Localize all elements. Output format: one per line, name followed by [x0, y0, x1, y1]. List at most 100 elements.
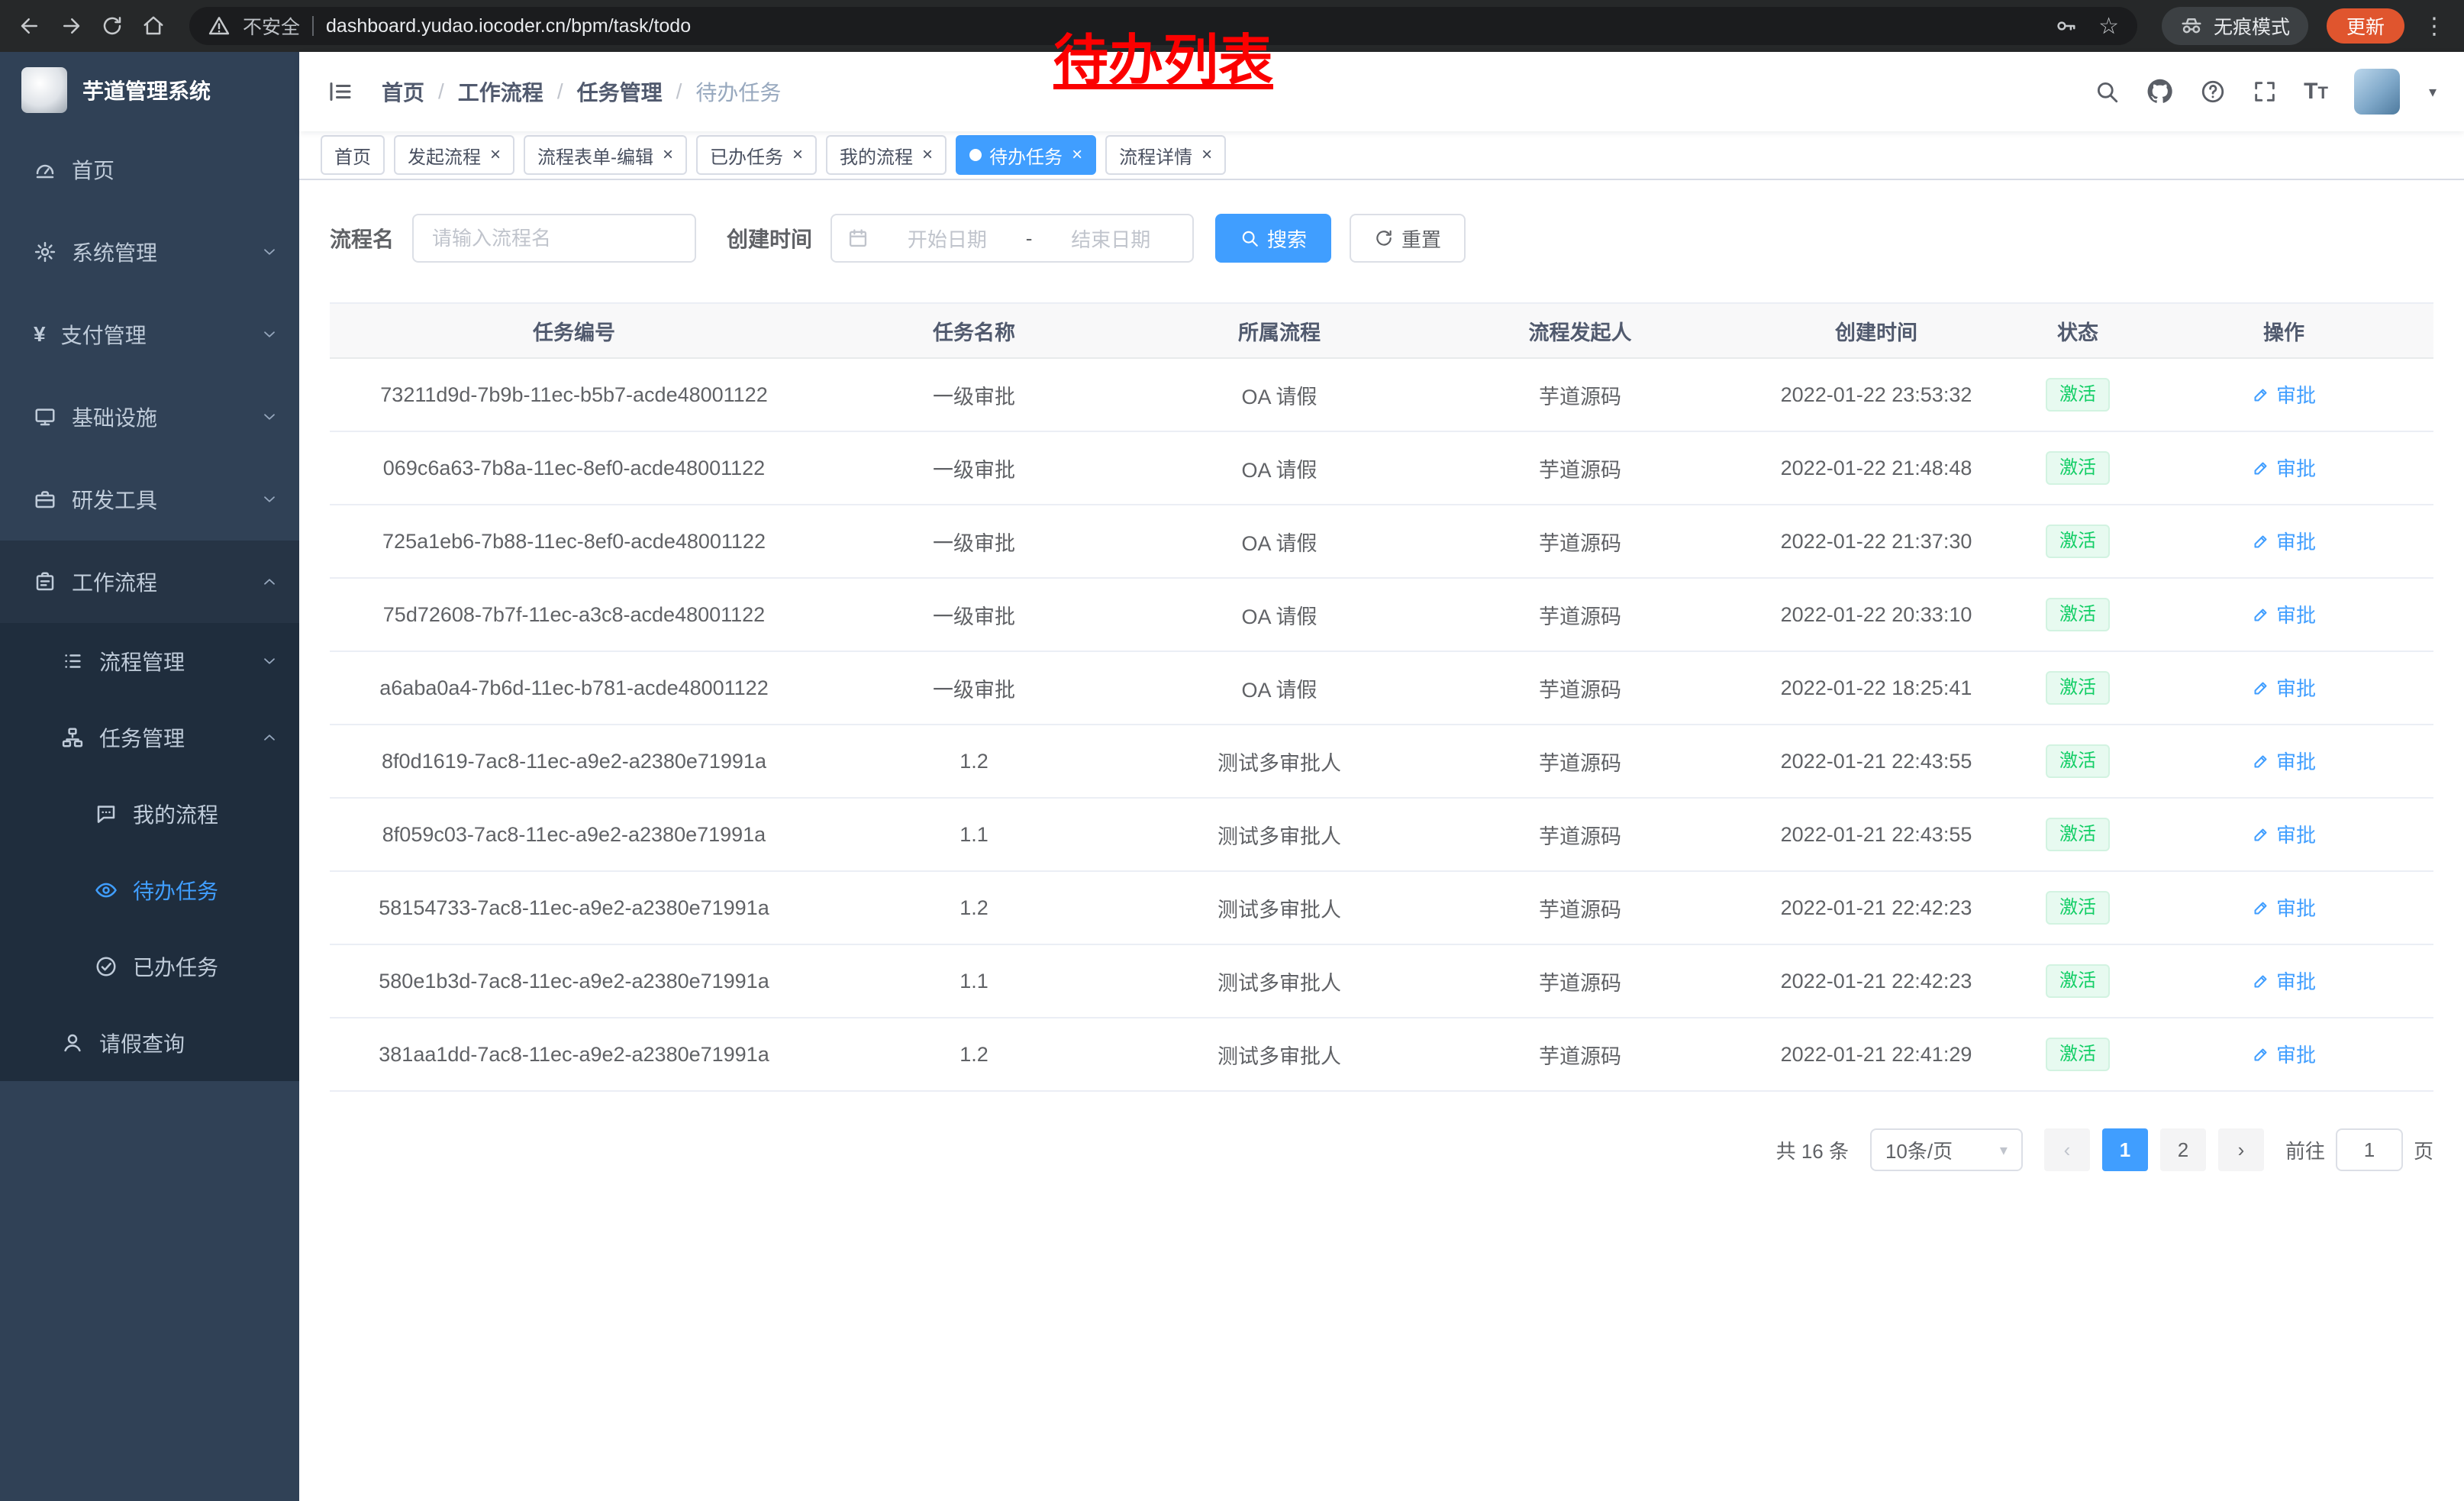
- page-button-2[interactable]: 2: [2160, 1128, 2206, 1171]
- pencil-icon: [2252, 459, 2270, 477]
- sidebar-item-待办任务[interactable]: 待办任务: [0, 852, 299, 928]
- sidebar-item-我的流程[interactable]: 我的流程: [0, 776, 299, 852]
- approve-link[interactable]: 审批: [2252, 747, 2316, 775]
- process-name: 测试多审批人: [1130, 1018, 1429, 1091]
- sidebar-item-研发工具[interactable]: 研发工具: [0, 458, 299, 541]
- next-page-button[interactable]: ›: [2218, 1128, 2264, 1171]
- close-tab-icon[interactable]: ×: [490, 146, 501, 164]
- calendar-icon: [847, 228, 869, 249]
- tab-流程详情[interactable]: 流程详情×: [1105, 135, 1226, 175]
- status-cell: 激活: [2021, 798, 2134, 871]
- breadcrumb-item[interactable]: 首页: [382, 76, 424, 107]
- approve-link[interactable]: 审批: [2252, 967, 2316, 995]
- page-size-select[interactable]: 10条/页 ▾: [1870, 1128, 2023, 1171]
- sidebar-item-label: 我的流程: [133, 799, 218, 829]
- close-tab-icon[interactable]: ×: [1201, 146, 1212, 164]
- search-button-icon: [1240, 228, 1259, 248]
- chevron-down-icon[interactable]: ▾: [2429, 82, 2437, 102]
- create-time: 2022-01-22 21:37:30: [1731, 505, 2021, 578]
- sidebar-item-任务管理[interactable]: 任务管理: [0, 699, 299, 776]
- close-tab-icon[interactable]: ×: [1072, 146, 1082, 164]
- action-cell: 审批: [2134, 725, 2433, 798]
- status-badge: 激活: [2046, 1038, 2110, 1071]
- prev-page-button[interactable]: ‹: [2044, 1128, 2090, 1171]
- reset-icon: [1374, 228, 1394, 248]
- sidebar-item-label: 任务管理: [99, 722, 185, 753]
- approve-link[interactable]: 审批: [2252, 454, 2316, 482]
- url-text[interactable]: dashboard.yudao.iocoder.cn/bpm/task/todo: [326, 15, 691, 37]
- forward-icon[interactable]: [60, 15, 82, 37]
- approve-link[interactable]: 审批: [2252, 1040, 2316, 1068]
- goto-page-input[interactable]: [2336, 1128, 2403, 1171]
- process-name: 测试多审批人: [1130, 871, 1429, 944]
- page-button-1[interactable]: 1: [2102, 1128, 2148, 1171]
- sidebar-item-label: 首页: [72, 154, 114, 185]
- sidebar-item-流程管理[interactable]: 流程管理: [0, 623, 299, 699]
- process-name-input[interactable]: [412, 214, 696, 263]
- approve-link[interactable]: 审批: [2252, 673, 2316, 702]
- pencil-icon: [2252, 386, 2270, 404]
- task-name: 1.1: [818, 944, 1130, 1018]
- approve-link[interactable]: 审批: [2252, 380, 2316, 408]
- goto-label: 前往: [2285, 1136, 2325, 1164]
- task-id: 381aa1dd-7ac8-11ec-a9e2-a2380e71991a: [330, 1018, 818, 1091]
- breadcrumb-item[interactable]: 任务管理: [577, 76, 663, 107]
- sidebar-item-工作流程[interactable]: 工作流程: [0, 541, 299, 623]
- table-row: 73211d9d-7b9b-11ec-b5b7-acde48001122一级审批…: [330, 358, 2433, 431]
- goto-suffix: 页: [2414, 1136, 2433, 1164]
- tab-发起流程[interactable]: 发起流程×: [394, 135, 514, 175]
- reset-button[interactable]: 重置: [1350, 214, 1466, 263]
- incognito-badge: 无痕模式: [2162, 7, 2308, 45]
- approve-link[interactable]: 审批: [2252, 600, 2316, 628]
- breadcrumb-item[interactable]: 工作流程: [458, 76, 543, 107]
- tab-已办任务[interactable]: 已办任务×: [696, 135, 817, 175]
- task-id: 069c6a63-7b8a-11ec-8ef0-acde48001122: [330, 431, 818, 505]
- avatar[interactable]: [2354, 69, 2400, 115]
- monitor-icon: [34, 405, 56, 428]
- approve-label: 审批: [2276, 1040, 2316, 1068]
- tab-流程表单-编辑[interactable]: 流程表单-编辑×: [524, 135, 687, 175]
- home-icon[interactable]: [142, 15, 165, 37]
- sidebar-item-支付管理[interactable]: ¥支付管理: [0, 293, 299, 376]
- close-tab-icon[interactable]: ×: [663, 146, 673, 164]
- help-icon[interactable]: [2200, 79, 2226, 105]
- back-icon[interactable]: [18, 15, 41, 37]
- date-range-picker[interactable]: 开始日期 - 结束日期: [830, 214, 1194, 263]
- close-tab-icon[interactable]: ×: [922, 146, 933, 164]
- tab-我的流程[interactable]: 我的流程×: [826, 135, 947, 175]
- approve-link[interactable]: 审批: [2252, 527, 2316, 555]
- task-name: 一级审批: [818, 578, 1130, 651]
- table-row: a6aba0a4-7b6d-11ec-b781-acde48001122一级审批…: [330, 651, 2433, 725]
- status-badge: 激活: [2046, 891, 2110, 925]
- column-header: 创建时间: [1731, 303, 2021, 358]
- sidebar-toggle-icon[interactable]: [327, 78, 354, 105]
- approve-link[interactable]: 审批: [2252, 820, 2316, 848]
- action-cell: 审批: [2134, 871, 2433, 944]
- tab-首页[interactable]: 首页: [321, 135, 385, 175]
- sidebar-item-请假查询[interactable]: 请假查询: [0, 1005, 299, 1081]
- update-button[interactable]: 更新: [2327, 8, 2404, 44]
- refresh-icon[interactable]: [101, 15, 124, 37]
- close-tab-icon[interactable]: ×: [792, 146, 803, 164]
- approve-label: 审批: [2276, 893, 2316, 922]
- sidebar-item-系统管理[interactable]: 系统管理: [0, 211, 299, 293]
- sidebar-item-首页[interactable]: 首页: [0, 128, 299, 211]
- screen: 不安全 dashboard.yudao.iocoder.cn/bpm/task/…: [0, 0, 2464, 1501]
- fullscreen-icon[interactable]: [2252, 79, 2278, 105]
- sidebar-item-已办任务[interactable]: 已办任务: [0, 928, 299, 1005]
- font-size-icon[interactable]: TT: [2304, 79, 2328, 105]
- star-icon[interactable]: ☆: [2098, 13, 2119, 40]
- process-name-label: 流程名: [330, 223, 394, 253]
- key-icon[interactable]: [2054, 15, 2077, 37]
- tab-待办任务[interactable]: 待办任务×: [956, 135, 1096, 175]
- process-name: OA 请假: [1130, 431, 1429, 505]
- github-icon[interactable]: [2146, 77, 2174, 105]
- done-icon: [95, 955, 118, 978]
- status-cell: 激活: [2021, 871, 2134, 944]
- start-date-placeholder: 开始日期: [881, 224, 1014, 253]
- search-button[interactable]: 搜索: [1215, 214, 1331, 263]
- browser-menu-icon[interactable]: ⋮: [2423, 13, 2446, 40]
- search-icon[interactable]: [2094, 79, 2120, 105]
- sidebar-item-基础设施[interactable]: 基础设施: [0, 376, 299, 458]
- approve-link[interactable]: 审批: [2252, 893, 2316, 922]
